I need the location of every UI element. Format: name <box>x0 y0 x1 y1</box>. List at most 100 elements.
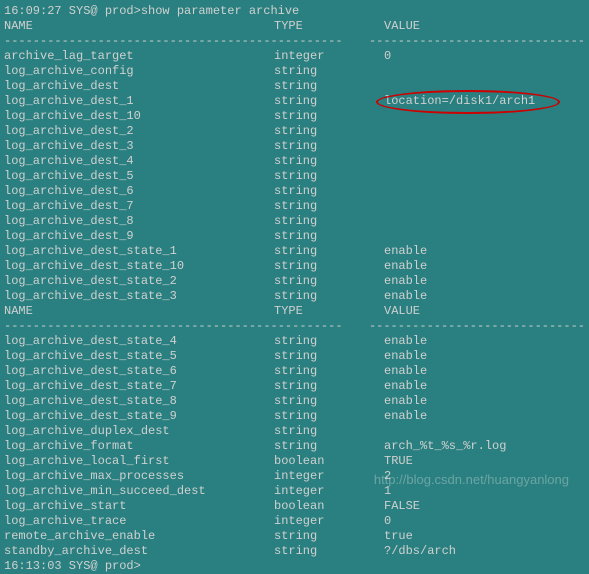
table-row: log_archive_dest_5string <box>4 169 585 184</box>
cell-type: boolean <box>274 499 384 514</box>
terminal-output: 16:09:27 SYS@ prod>show parameter archiv… <box>4 4 585 574</box>
cell-name: log_archive_dest_state_3 <box>4 289 274 304</box>
cell-value: ------------------------------ <box>369 319 585 334</box>
cell-value: ?/dbs/arch <box>384 544 585 559</box>
table-row: log_archive_configstring <box>4 64 585 79</box>
cell-type: TYPE <box>274 19 384 34</box>
table-row: log_archive_dest_state_6stringenable <box>4 364 585 379</box>
cell-type: string <box>274 259 384 274</box>
cell-value: enable <box>384 364 585 379</box>
cell-value: VALUE <box>384 304 585 319</box>
table-row: log_archive_dest_state_4stringenable <box>4 334 585 349</box>
cell-type: string <box>274 544 384 559</box>
cell-name: remote_archive_enable <box>4 529 274 544</box>
cell-value <box>384 79 585 94</box>
cell-name: ------------------------------------ <box>4 319 263 334</box>
cell-name: log_archive_dest_4 <box>4 154 274 169</box>
cell-name: log_archive_dest_state_4 <box>4 334 274 349</box>
cell-type: string <box>274 274 384 289</box>
cell-name: log_archive_dest <box>4 79 274 94</box>
cell-type: string <box>274 394 384 409</box>
cell-name: log_archive_max_processes <box>4 469 274 484</box>
table-row: log_archive_dest_2string <box>4 124 585 139</box>
cell-name: log_archive_dest_9 <box>4 229 274 244</box>
cell-type: string <box>274 439 384 454</box>
table-row: remote_archive_enablestringtrue <box>4 529 585 544</box>
table-row: log_archive_dest_3string <box>4 139 585 154</box>
cell-value <box>384 424 585 439</box>
cell-value: VALUE <box>384 19 585 34</box>
table-row: log_archive_dest_4string <box>4 154 585 169</box>
cell-type: string <box>274 124 384 139</box>
cell-name: NAME <box>4 19 274 34</box>
table-row: log_archive_min_succeed_destinteger1 <box>4 484 585 499</box>
table-row: log_archive_dest_state_9stringenable <box>4 409 585 424</box>
cell-value: TRUE <box>384 454 585 469</box>
cell-name: log_archive_dest_6 <box>4 184 274 199</box>
cell-name: standby_archive_dest <box>4 544 274 559</box>
cell-value: 2 <box>384 469 585 484</box>
cell-value: enable <box>384 289 585 304</box>
cell-type: string <box>274 154 384 169</box>
cell-type: boolean <box>274 454 384 469</box>
cell-type: string <box>274 64 384 79</box>
cell-name: log_archive_dest_state_10 <box>4 259 274 274</box>
cell-type: string <box>274 289 384 304</box>
cell-value: enable <box>384 349 585 364</box>
cell-value <box>384 64 585 79</box>
cell-type: TYPE <box>274 304 384 319</box>
table-row: log_archive_startbooleanFALSE <box>4 499 585 514</box>
cell-name: log_archive_format <box>4 439 274 454</box>
cell-type: string <box>274 109 384 124</box>
cell-type: string <box>274 334 384 349</box>
cell-name: log_archive_dest_8 <box>4 214 274 229</box>
cell-name: log_archive_dest_7 <box>4 199 274 214</box>
table-row: log_archive_dest_9string <box>4 229 585 244</box>
cell-value <box>384 124 585 139</box>
cell-name: log_archive_dest_state_6 <box>4 364 274 379</box>
cell-name: ------------------------------------ <box>4 34 263 49</box>
cell-type: string <box>274 139 384 154</box>
table-row: log_archive_dest_10string <box>4 109 585 124</box>
cell-type: string <box>274 349 384 364</box>
cell-name: log_archive_dest_state_7 <box>4 379 274 394</box>
cell-name: log_archive_dest_5 <box>4 169 274 184</box>
cell-value: enable <box>384 259 585 274</box>
cell-name: log_archive_dest_state_2 <box>4 274 274 289</box>
table-row: log_archive_dest_1stringlocation=/disk1/… <box>4 94 585 109</box>
table-row: archive_lag_targetinteger0 <box>4 49 585 64</box>
table-row: log_archive_traceinteger0 <box>4 514 585 529</box>
cell-type: string <box>274 379 384 394</box>
cell-value: enable <box>384 394 585 409</box>
cell-name: log_archive_dest_state_8 <box>4 394 274 409</box>
cell-type: integer <box>274 49 384 64</box>
table-row: log_archive_dest_state_5stringenable <box>4 349 585 364</box>
cell-value: enable <box>384 334 585 349</box>
cell-name: archive_lag_target <box>4 49 274 64</box>
cell-type: string <box>274 214 384 229</box>
cell-type: ----------- <box>263 34 369 49</box>
cell-type: string <box>274 409 384 424</box>
cell-name: log_archive_config <box>4 64 274 79</box>
cell-value: arch_%t_%s_%r.log <box>384 439 585 454</box>
table-header: NAMETYPEVALUE <box>4 19 585 34</box>
table-row: log_archive_dest_state_2stringenable <box>4 274 585 289</box>
table-row: log_archive_deststring <box>4 79 585 94</box>
cell-value: enable <box>384 379 585 394</box>
cell-type: string <box>274 94 384 109</box>
table-row: log_archive_duplex_deststring <box>4 424 585 439</box>
table-row: log_archive_dest_state_1stringenable <box>4 244 585 259</box>
table-row: log_archive_dest_state_10stringenable <box>4 259 585 274</box>
table-header: NAMETYPEVALUE <box>4 304 585 319</box>
cell-name: log_archive_dest_10 <box>4 109 274 124</box>
table-row: log_archive_dest_8string <box>4 214 585 229</box>
cell-value <box>384 184 585 199</box>
cell-value: 0 <box>384 514 585 529</box>
table-row: log_archive_dest_7string <box>4 199 585 214</box>
table-row: log_archive_dest_state_3stringenable <box>4 289 585 304</box>
cell-name: log_archive_dest_1 <box>4 94 274 109</box>
cell-value <box>384 109 585 124</box>
cell-type: string <box>274 199 384 214</box>
cell-type: string <box>274 79 384 94</box>
cell-name: log_archive_start <box>4 499 274 514</box>
